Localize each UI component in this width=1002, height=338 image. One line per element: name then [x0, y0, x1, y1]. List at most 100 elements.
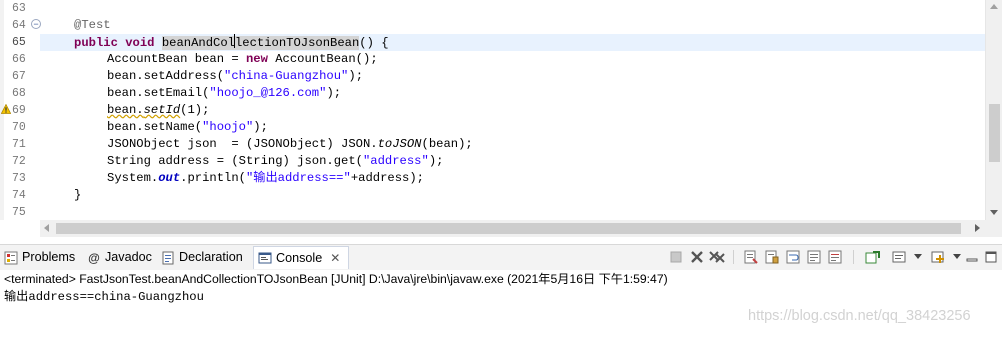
- chevron-down-icon[interactable]: [949, 249, 965, 265]
- keyword: new: [245, 52, 268, 66]
- close-icon[interactable]: ✕: [330, 247, 340, 270]
- tab-label: Problems: [22, 250, 76, 264]
- method-name-part: beanAndCol: [161, 36, 235, 50]
- line-number: 66: [12, 53, 26, 66]
- code-text: );: [253, 120, 268, 134]
- code-text: AccountBean();: [267, 52, 378, 66]
- line-number: 65: [12, 36, 26, 49]
- console-output-line: 输出address==china-Guangzhou: [4, 290, 204, 304]
- test-annotation: @Test: [74, 18, 111, 32]
- code-line: AccountBean bean = new AccountBean();: [40, 51, 985, 68]
- tab-console[interactable]: Console ✕: [253, 246, 349, 269]
- code-line: @Test: [40, 17, 985, 34]
- console-icon: [258, 252, 272, 264]
- string-literal: "china-Guangzhou": [224, 69, 349, 83]
- maximize-icon[interactable]: [983, 249, 999, 265]
- code-text: bean.setAddress(: [107, 69, 225, 83]
- show-on-output-icon[interactable]: [806, 249, 822, 265]
- method-name-part: lectionTOJsonBean: [234, 36, 360, 50]
- code-text: (bean);: [421, 137, 473, 151]
- line-number: 67: [12, 70, 26, 83]
- display-selected-console-icon[interactable]: [891, 249, 907, 265]
- scroll-down-arrow-icon[interactable]: [990, 210, 998, 215]
- line-number: 69: [12, 104, 26, 117]
- scrollbar-corner: [985, 220, 1002, 237]
- code-text: +address);: [350, 171, 424, 185]
- tab-declaration[interactable]: Declaration: [157, 246, 252, 269]
- code-line: System.out.println("输出address=="+address…: [40, 170, 985, 187]
- string-literal: "address": [362, 154, 429, 168]
- string-literal: "hoojo": [202, 120, 254, 134]
- tab-label: Javadoc: [105, 250, 152, 264]
- scrollbar-thumb[interactable]: [56, 223, 961, 234]
- minimize-icon[interactable]: [964, 249, 980, 265]
- console-view[interactable]: <terminated> FastJsonTest.beanAndCollect…: [0, 270, 1002, 338]
- remove-all-terminated-icon[interactable]: [709, 249, 725, 265]
- code-line: bean.setId(1);: [40, 102, 985, 119]
- code-text: JSONObject json = (JSONObject) JSON.: [107, 137, 378, 151]
- code-editor[interactable]: 63 64 65 66 67 68 69 70 71 72 73 74 75 −…: [0, 0, 1002, 237]
- terminate-icon[interactable]: [668, 249, 684, 265]
- toolbar-separator: [733, 250, 734, 264]
- show-on-error-icon[interactable]: [827, 249, 843, 265]
- code-text: );: [326, 86, 342, 100]
- tab-javadoc[interactable]: @ Javadoc: [83, 246, 156, 269]
- remove-launch-icon[interactable]: [689, 249, 705, 265]
- static-method-call: toJSON: [377, 137, 422, 151]
- code-text: bean.setEmail(: [107, 86, 210, 100]
- tab-problems[interactable]: Problems: [0, 246, 82, 269]
- code-text-area[interactable]: @Test public void beanAndCollectionTOJso…: [40, 0, 985, 220]
- code-line: bean.setEmail("hoojo_@126.com");: [40, 85, 985, 102]
- toolbar-separator: [853, 250, 854, 264]
- keyword: public: [74, 36, 118, 50]
- code-text: String address = (String) json.get(: [107, 154, 363, 168]
- pin-console-icon[interactable]: [865, 249, 881, 265]
- code-text: );: [428, 154, 444, 168]
- word-wrap-icon[interactable]: [785, 249, 801, 265]
- method-name-highlight: beanAndCollectionTOJsonBean: [161, 34, 360, 50]
- code-line: JSONObject json = (JSONObject) JSON.toJS…: [40, 136, 985, 153]
- code-line: String address = (String) json.get("addr…: [40, 153, 985, 170]
- code-line-current: public void beanAndCollectionTOJsonBean(…: [40, 34, 985, 51]
- code-text: (1);: [180, 103, 210, 117]
- open-console-icon[interactable]: [930, 249, 946, 265]
- clear-console-icon[interactable]: [743, 249, 759, 265]
- line-number-gutter: 63 64 65 66 67 68 69 70 71 72 73 74 75 −: [0, 0, 41, 220]
- line-number: 68: [12, 87, 26, 100]
- code-text: );: [348, 69, 364, 83]
- declaration-icon: [162, 251, 174, 264]
- string-literal: "输出address==": [245, 171, 351, 185]
- javadoc-icon: @: [88, 250, 100, 265]
- line-number: 72: [12, 155, 26, 168]
- code-text: .println(: [180, 171, 246, 185]
- editor-horizontal-scrollbar[interactable]: [40, 220, 985, 237]
- tab-label: Console: [276, 250, 323, 265]
- deprecated-call: bean.setId: [107, 103, 180, 117]
- views-tab-bar: Problems @ Javadoc Declaration Console ✕: [0, 244, 1002, 271]
- line-number: 75: [12, 206, 26, 219]
- code-text: bean.: [107, 103, 144, 117]
- string-literal: "hoojo_@126.com": [209, 86, 327, 100]
- code-text: }: [74, 188, 82, 202]
- chevron-down-icon[interactable]: [910, 249, 926, 265]
- code-text: System.: [107, 171, 159, 185]
- scroll-left-arrow-icon[interactable]: [44, 224, 49, 232]
- tab-label: Declaration: [179, 250, 243, 264]
- keyword: void: [125, 36, 155, 50]
- method-call: setId: [143, 103, 181, 117]
- warning-icon[interactable]: [1, 104, 11, 114]
- line-number: 63: [12, 2, 26, 15]
- editor-vertical-scrollbar[interactable]: [985, 0, 1002, 220]
- scrollbar-thumb[interactable]: [989, 104, 1000, 162]
- watermark: https://blog.csdn.net/qq_38423256: [748, 308, 971, 324]
- scroll-right-arrow-icon[interactable]: [975, 224, 980, 232]
- line-number: 74: [12, 189, 26, 202]
- code-text: AccountBean bean =: [107, 52, 246, 66]
- code-text: () {: [359, 36, 389, 50]
- problems-icon: [4, 251, 18, 264]
- line-number: 73: [12, 172, 26, 185]
- scroll-up-arrow-icon[interactable]: [990, 4, 998, 9]
- code-line: bean.setName("hoojo");: [40, 119, 985, 136]
- scroll-lock-icon[interactable]: [764, 249, 780, 265]
